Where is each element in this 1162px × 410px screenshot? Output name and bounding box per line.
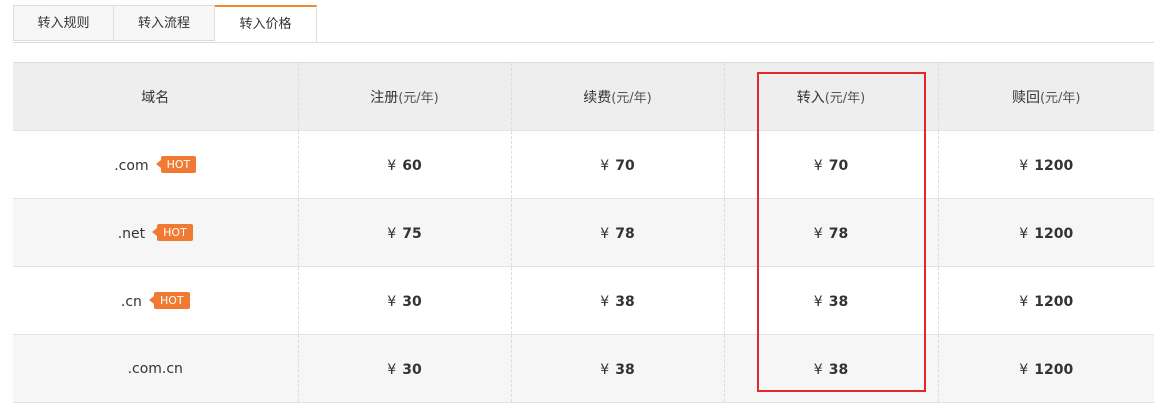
currency-symbol: ¥	[600, 158, 610, 174]
currency-symbol: ¥	[600, 226, 610, 242]
register-price: 75	[402, 226, 422, 242]
header-transfer: 转入(元/年)	[724, 62, 939, 131]
renew-price-cell: ¥70	[511, 130, 725, 199]
redeem-price-cell: ¥1200	[938, 335, 1154, 403]
transfer-price: 38	[828, 294, 849, 310]
redeem-price: 1200	[1034, 362, 1074, 378]
domain-suffix: .com	[114, 157, 149, 174]
tab-transfer-rules[interactable]: 转入规则	[13, 5, 114, 41]
renew-price-cell: ¥78	[511, 198, 725, 267]
header-domain: 域名	[13, 62, 299, 131]
tab-transfer-price[interactable]: 转入价格	[215, 5, 317, 42]
register-price-cell: ¥30	[298, 334, 512, 403]
currency-symbol: ¥	[600, 362, 610, 378]
domain-cell: .com.cn	[13, 334, 299, 403]
currency-symbol: ¥	[387, 362, 397, 378]
renew-price: 38	[615, 362, 635, 378]
currency-symbol: ¥	[813, 294, 823, 310]
header-redeem: 赎回(元/年)	[1011, 89, 1081, 106]
transfer-price-cell: ¥38	[724, 266, 939, 335]
redeem-price: 1200	[1034, 158, 1074, 174]
currency-symbol: ¥	[813, 226, 823, 242]
transfer-price-cell: ¥78	[724, 198, 939, 267]
renew-price: 38	[615, 294, 635, 310]
transfer-price-cell: ¥70	[724, 130, 939, 199]
table-body: .com HOT ¥60 ¥70 ¥70 ¥1200 .net HOT ¥75 ¥78 ¥78 ¥12…	[13, 130, 1154, 403]
domain-cell: .cn HOT	[13, 266, 299, 335]
transfer-price-cell: ¥38	[724, 334, 939, 403]
currency-symbol: ¥	[813, 362, 823, 378]
hot-badge: HOT	[152, 223, 193, 241]
domain-cell: .net HOT	[13, 198, 299, 267]
currency-symbol: ¥	[387, 158, 397, 174]
hot-badge: HOT	[148, 291, 190, 309]
renew-price: 70	[615, 158, 635, 174]
currency-symbol: ¥	[813, 158, 823, 174]
price-table: 域名 注册(元/年) 续费(元/年) 转入(元/年) 赎回(元/年) .com H…	[13, 62, 1154, 403]
domain-cell: .com HOT	[13, 130, 299, 199]
tab-transfer-process[interactable]: 转入流程	[114, 5, 215, 41]
tab-bar: 转入规则 转入流程 转入价格	[13, 5, 1154, 43]
register-price-cell: ¥60	[298, 130, 512, 199]
currency-symbol: ¥	[1019, 294, 1029, 310]
currency-symbol: ¥	[600, 294, 610, 310]
register-price: 30	[402, 294, 422, 310]
register-price: 60	[402, 158, 422, 174]
currency-symbol: ¥	[1019, 158, 1029, 174]
header-register: 注册(元/年)	[298, 62, 512, 131]
table-row: .com.cn ¥30 ¥38 ¥38 ¥1200	[13, 334, 1154, 403]
header-renew: 续费(元/年)	[511, 62, 725, 131]
redeem-price: 1200	[1034, 226, 1074, 242]
currency-symbol: ¥	[387, 226, 397, 242]
table-row: .cn HOT ¥30 ¥38 ¥38 ¥1200	[13, 266, 1154, 335]
domain-suffix: .com.cn	[127, 360, 183, 377]
transfer-price: 38	[828, 362, 849, 378]
register-price-cell: ¥75	[298, 198, 512, 267]
table-row: .com HOT ¥60 ¥70 ¥70 ¥1200	[13, 130, 1154, 199]
currency-symbol: ¥	[387, 294, 397, 310]
renew-price-cell: ¥38	[511, 334, 725, 403]
transfer-price: 78	[828, 226, 849, 242]
register-price: 30	[402, 362, 422, 378]
register-price-cell: ¥30	[298, 266, 512, 335]
redeem-price-cell: ¥1200	[938, 199, 1154, 267]
renew-price: 78	[615, 226, 635, 242]
redeem-price: 1200	[1034, 294, 1074, 310]
currency-symbol: ¥	[1019, 362, 1029, 378]
domain-suffix: .cn	[120, 293, 142, 310]
transfer-price: 70	[828, 158, 849, 174]
currency-symbol: ¥	[1019, 226, 1029, 242]
redeem-price-cell: ¥1200	[938, 131, 1154, 199]
renew-price-cell: ¥38	[511, 266, 725, 335]
table-header-row: 域名 注册(元/年) 续费(元/年) 转入(元/年) 赎回(元/年)	[13, 62, 1154, 131]
table-row: .net HOT ¥75 ¥78 ¥78 ¥1200	[13, 198, 1154, 267]
hot-badge: HOT	[155, 155, 197, 173]
redeem-price-cell: ¥1200	[938, 267, 1154, 335]
domain-suffix: .net	[117, 225, 146, 242]
